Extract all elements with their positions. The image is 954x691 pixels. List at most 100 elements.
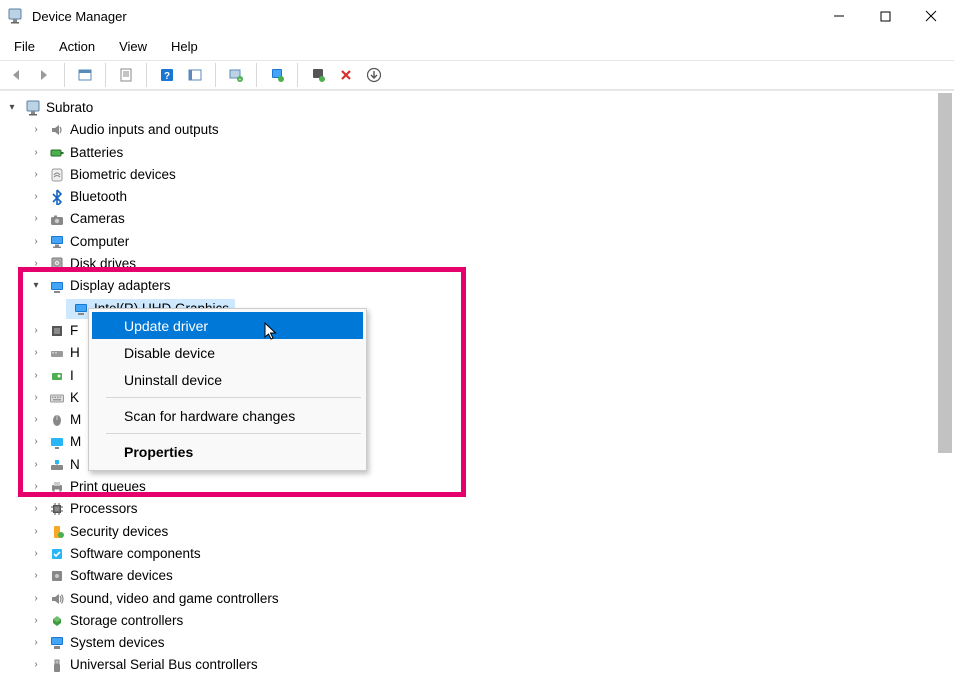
category-label: Disk drives [70, 253, 136, 275]
chevron-down-icon[interactable]: ▾ [6, 102, 18, 114]
chevron-right-icon[interactable]: › [30, 593, 42, 605]
chevron-right-icon[interactable]: › [30, 437, 42, 449]
update-driver-button[interactable] [263, 62, 291, 88]
tree-category-batteries[interactable]: › Batteries [6, 142, 954, 164]
back-button[interactable] [2, 62, 30, 88]
tree-category-computer[interactable]: › Computer [6, 231, 954, 253]
tree-category-bluetooth[interactable]: ›Bluetooth [6, 186, 954, 208]
chevron-right-icon[interactable]: › [30, 526, 42, 538]
mouse-icon [48, 411, 66, 429]
menubar: File Action View Help [0, 32, 954, 60]
context-menu-disable-device[interactable]: Disable device [92, 339, 363, 366]
chevron-right-icon[interactable]: › [30, 392, 42, 404]
chevron-down-icon[interactable]: ▾ [30, 281, 42, 293]
bluetooth-icon [48, 188, 66, 206]
tree-category-audio[interactable]: ›Audio inputs and outputs [6, 119, 954, 141]
chevron-right-icon[interactable]: › [30, 548, 42, 560]
scrollbar-thumb[interactable] [938, 93, 952, 453]
chevron-right-icon[interactable]: › [30, 169, 42, 181]
menu-view[interactable]: View [109, 35, 157, 58]
category-label: Display adapters [70, 275, 171, 297]
maximize-button[interactable] [862, 0, 908, 32]
context-menu-properties[interactable]: Properties [92, 438, 363, 465]
tree-category-software-devices[interactable]: ›Software devices [6, 565, 954, 587]
chevron-right-icon[interactable]: › [30, 258, 42, 270]
chevron-right-icon[interactable]: › [30, 347, 42, 359]
firmware-icon [48, 322, 66, 340]
tree-category-cameras[interactable]: ›Cameras [6, 208, 954, 230]
properties-button[interactable] [112, 62, 140, 88]
tree-category-sound[interactable]: ›Sound, video and game controllers [6, 588, 954, 610]
battery-icon [48, 144, 66, 162]
camera-icon [48, 211, 66, 229]
chevron-right-icon[interactable]: › [30, 236, 42, 248]
disable-device-button[interactable] [332, 62, 360, 88]
scan-hardware-button[interactable] [222, 62, 250, 88]
chevron-right-icon[interactable]: › [30, 637, 42, 649]
tree-category-software-components[interactable]: ›Software components [6, 543, 954, 565]
menu-file[interactable]: File [4, 35, 45, 58]
tree-category-print-queues[interactable]: › Print queues [6, 476, 954, 498]
window-title: Device Manager [32, 9, 127, 24]
chevron-right-icon[interactable]: › [30, 325, 42, 337]
security-icon [48, 523, 66, 541]
usb-icon [48, 657, 66, 675]
menu-item-label: Uninstall device [124, 372, 222, 388]
tree-category-system[interactable]: ›System devices [6, 632, 954, 654]
tree-category-security[interactable]: ›Security devices [6, 521, 954, 543]
show-hide-action-pane-button[interactable] [181, 62, 209, 88]
menu-item-label: Properties [124, 444, 193, 460]
tree-category-usb[interactable]: ›Universal Serial Bus controllers [6, 654, 954, 676]
tree-category-processors[interactable]: ›Processors [6, 498, 954, 520]
chevron-right-icon[interactable]: › [30, 370, 42, 382]
context-menu-update-driver[interactable]: Update driver [92, 312, 363, 339]
context-menu-separator [106, 397, 361, 398]
chevron-right-icon[interactable]: › [30, 503, 42, 515]
chevron-right-icon[interactable]: › [30, 147, 42, 159]
category-label: I [70, 365, 74, 387]
monitor-icon [48, 434, 66, 452]
context-menu-uninstall-device[interactable]: Uninstall device [92, 366, 363, 393]
show-hide-tree-button[interactable] [71, 62, 99, 88]
toolbar-separator [140, 63, 147, 87]
keyboard-icon [48, 389, 66, 407]
chevron-right-icon[interactable]: › [30, 570, 42, 582]
chevron-right-icon[interactable]: › [30, 214, 42, 226]
disk-icon [48, 255, 66, 273]
category-label: Print queues [70, 476, 146, 498]
category-label: Biometric devices [70, 164, 176, 186]
chevron-right-icon[interactable]: › [30, 124, 42, 136]
category-label: Computer [70, 231, 129, 253]
tree-category-biometric[interactable]: › Biometric devices [6, 164, 954, 186]
add-legacy-hardware-button[interactable] [360, 62, 388, 88]
window-controls [816, 0, 954, 32]
context-menu-scan-hardware[interactable]: Scan for hardware changes [92, 402, 363, 429]
tree-category-display-adapters[interactable]: ▾ Display adapters [6, 275, 954, 297]
scrollbar-track[interactable] [936, 455, 954, 680]
imaging-icon [48, 367, 66, 385]
vertical-scrollbar[interactable] [936, 91, 954, 680]
software-device-icon [48, 567, 66, 585]
computer-icon [24, 99, 42, 117]
uninstall-device-button[interactable] [304, 62, 332, 88]
chevron-right-icon[interactable]: › [30, 191, 42, 203]
chevron-right-icon[interactable]: › [30, 414, 42, 426]
chevron-right-icon[interactable]: › [30, 660, 42, 672]
device-tree-container: ▾ Subrato ›Audio inputs and outputs › Bat… [0, 90, 954, 680]
sound-icon [48, 590, 66, 608]
forward-button[interactable] [30, 62, 58, 88]
menu-action[interactable]: Action [49, 35, 105, 58]
chevron-right-icon[interactable]: › [30, 481, 42, 493]
tree-category-storage[interactable]: ›Storage controllers [6, 610, 954, 632]
chevron-right-icon[interactable]: › [30, 459, 42, 471]
tree-root[interactable]: ▾ Subrato [6, 97, 954, 119]
display-icon [48, 278, 66, 296]
chevron-right-icon[interactable]: › [30, 615, 42, 627]
category-label: F [70, 320, 78, 342]
tree-category-disk[interactable]: › Disk drives [6, 253, 954, 275]
help-button[interactable] [153, 62, 181, 88]
minimize-button[interactable] [816, 0, 862, 32]
menu-help[interactable]: Help [161, 35, 208, 58]
category-label: Batteries [70, 142, 123, 164]
close-button[interactable] [908, 0, 954, 32]
